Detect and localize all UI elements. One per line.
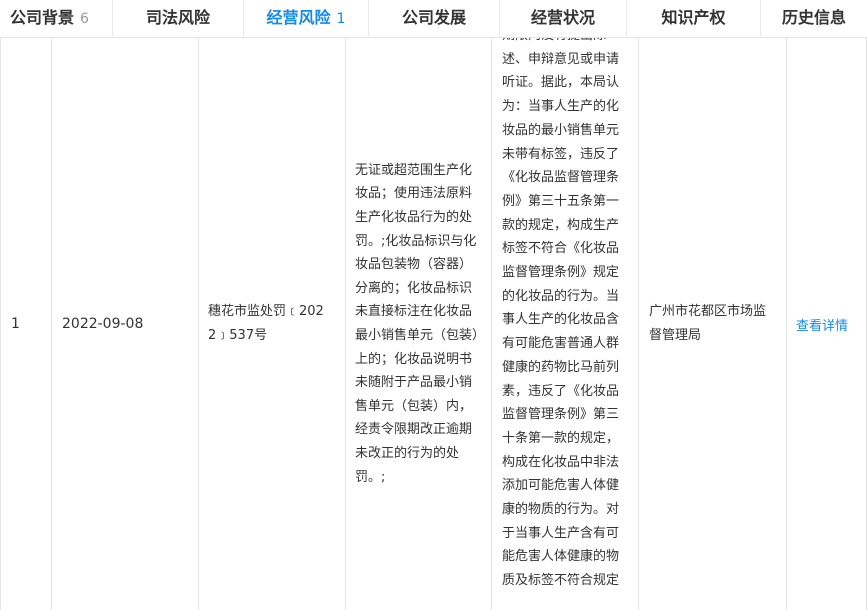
penalty-reason: 无证或超范围生产化妆品；使用违法原料生产化妆品行为的处罚。;化妆品标识与化妆品包… [355, 162, 479, 485]
document-cell: 穗花市监处罚﹝2022﹞537号 [198, 38, 345, 610]
tab-label: 历史信息 [781, 8, 846, 27]
tab-bar: 公司背景 6 司法风险 经营风险 1 公司发展 经营状况 知识产权 历史信息 [0, 0, 867, 38]
tab-history[interactable]: 历史信息 [761, 0, 867, 37]
action-cell: 查看详情 [786, 38, 867, 610]
issuing-authority: 广州市花都区市场监督管理局 [649, 304, 767, 343]
date-cell: 2022-09-08 [51, 38, 198, 610]
tab-count: 1 [336, 11, 346, 27]
tab-label: 公司背景 [10, 8, 75, 27]
tab-company-background[interactable]: 公司背景 6 [0, 0, 113, 37]
tab-label: 经营状况 [530, 8, 595, 27]
document-number: 穗花市监处罚﹝2022﹞537号 [208, 304, 324, 343]
row-index: 1 [11, 316, 20, 332]
tab-company-development[interactable]: 公司发展 [369, 0, 500, 37]
tab-label: 知识产权 [661, 8, 726, 27]
reason-cell: 无证或超范围生产化妆品；使用违法原料生产化妆品行为的处罚。;化妆品标识与化妆品包… [345, 38, 491, 610]
tab-label: 公司发展 [401, 8, 466, 27]
decision-date: 2022-09-08 [62, 316, 144, 332]
tab-operating-status[interactable]: 经营状况 [500, 0, 627, 37]
tab-label: 司法风险 [145, 8, 210, 27]
authority-cell: 广州市花都区市场监督管理局 [638, 38, 786, 610]
tab-judicial-risk[interactable]: 司法风险 [113, 0, 244, 37]
index-cell: 1 [0, 38, 51, 610]
tab-intellectual-property[interactable]: 知识产权 [627, 0, 761, 37]
tab-count: 6 [80, 11, 89, 27]
table-row: 1 2022-09-08 穗花市监处罚﹝2022﹞537号 无证或超范围生产化妆… [0, 38, 867, 610]
view-details-link[interactable]: 查看详情 [787, 315, 848, 334]
tab-label: 经营风险 [266, 8, 331, 27]
tab-operating-risk[interactable]: 经营风险 1 [244, 0, 369, 37]
penalty-result: 期限内没有提出陈述、申辩意见或申请听证。据此，本局认为：当事人生产的化妆品的最小… [502, 38, 620, 589]
result-cell: 期限内没有提出陈述、申辩意见或申请听证。据此，本局认为：当事人生产的化妆品的最小… [491, 38, 638, 610]
